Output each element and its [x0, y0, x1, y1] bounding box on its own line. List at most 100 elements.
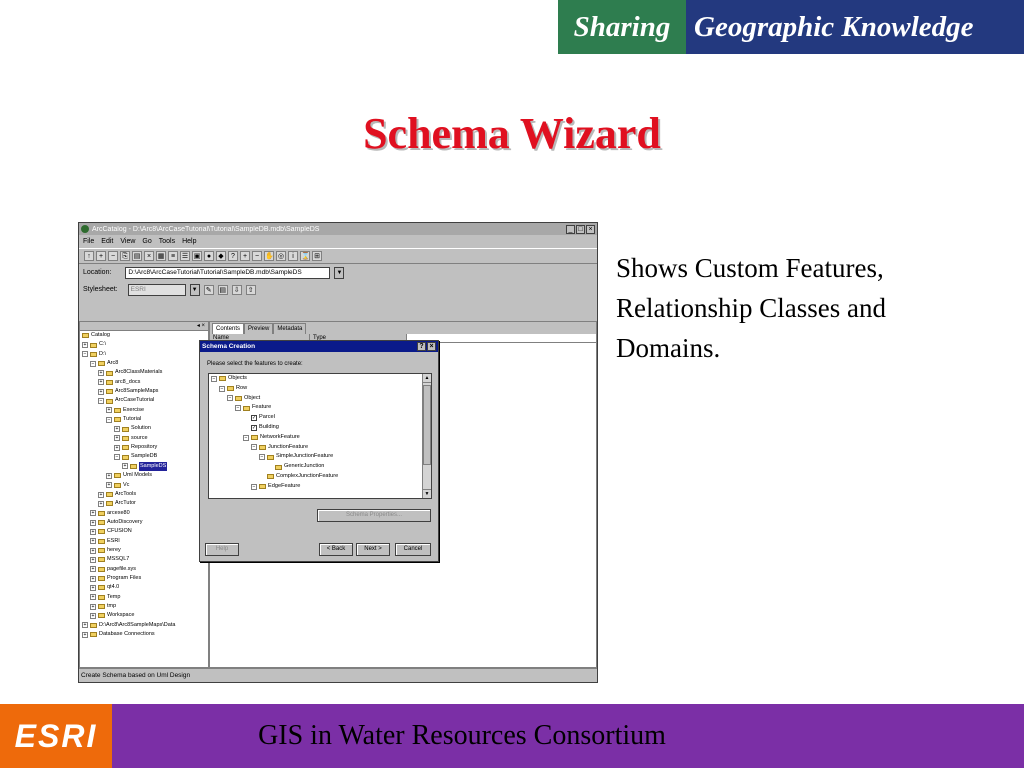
feature-tree-node[interactable]: GenericJunction [209, 462, 431, 472]
tree-node[interactable]: + D:\Arc8\Arc8SampleMaps\Data [80, 621, 208, 630]
launch-arcmap-icon[interactable]: ● [204, 251, 214, 261]
tree-node[interactable]: − SampleDB [80, 452, 208, 461]
tree-node[interactable]: + tmp [80, 602, 208, 611]
feature-tree-node[interactable]: − SimpleJunctionFeature [209, 452, 431, 462]
feature-checkbox-item[interactable]: ✓ Building [209, 423, 431, 433]
tree-node[interactable]: + CFUSION [80, 527, 208, 536]
properties-icon[interactable]: ▤ [217, 284, 228, 295]
help-button[interactable]: Help [205, 543, 239, 556]
tree-node-selected[interactable]: + SampleDS [80, 461, 208, 472]
dialog-title: Schema Creation [202, 343, 256, 350]
tree-node[interactable]: + Arc8ClassMaterials [80, 368, 208, 377]
tree-node[interactable]: + ArcTools [80, 490, 208, 499]
catalog-tree: ◂ × Catalog + C:\ − D:\ − Arc8 + Arc8ClassMa… [79, 321, 209, 668]
feature-tree-node[interactable]: − Object [209, 394, 431, 404]
tab-metadata[interactable]: Metadata [273, 323, 307, 334]
up-one-level-icon[interactable]: ↑ [84, 251, 94, 261]
schema-wizard-icon[interactable]: ⌛ [300, 251, 310, 261]
tree-node[interactable]: + Solution [80, 424, 208, 433]
list-icon[interactable]: ≡ [168, 251, 178, 261]
tree-node[interactable]: + Temp [80, 593, 208, 602]
close-button[interactable]: × [586, 224, 595, 234]
tree-node[interactable]: + C:\ [80, 340, 208, 349]
tree-node[interactable]: + Database Connections [80, 630, 208, 639]
tree-node[interactable]: + ESRI [80, 537, 208, 546]
feature-tree-node[interactable]: − NetworkFeature [209, 433, 431, 443]
back-button[interactable]: < Back [319, 543, 353, 556]
schema-properties-button[interactable]: Schema Properties... [317, 509, 431, 522]
tab-contents[interactable]: Contents [212, 323, 245, 334]
tree-node[interactable]: + source [80, 434, 208, 443]
dialog-close-icon[interactable]: × [427, 342, 436, 351]
tree-node[interactable]: + qt4.0 [80, 583, 208, 592]
export-metadata-icon[interactable]: ⇧ [245, 284, 256, 295]
next-button[interactable]: Next > [356, 543, 390, 556]
disconnect-folder-icon[interactable]: − [108, 251, 118, 261]
dialog-prompt: Please select the features to create: [207, 361, 303, 367]
feature-tree-scrollbar[interactable]: ▲ ▼ [422, 374, 431, 498]
feature-tree-node[interactable]: − JunctionFeature [209, 443, 431, 453]
tree-node[interactable]: + MSSQL7 [80, 555, 208, 564]
tree-node[interactable]: + Exercise [80, 406, 208, 415]
stylesheet-select[interactable]: ESRI [127, 283, 186, 296]
import-metadata-icon[interactable]: ⇩ [231, 284, 242, 295]
chevron-down-icon[interactable]: ▼ [189, 283, 200, 296]
tab-preview[interactable]: Preview [244, 323, 274, 334]
scrollbar-thumb [423, 385, 431, 465]
menu-go[interactable]: Go [142, 238, 151, 245]
menu-edit[interactable]: Edit [101, 238, 113, 245]
tree-node[interactable]: + herey [80, 546, 208, 555]
feature-checkbox-item[interactable]: ✓ Parcel [209, 413, 431, 423]
tree-node[interactable]: + Workspace [80, 611, 208, 620]
tree-node[interactable]: + Uml Models [80, 471, 208, 480]
thumbnails-icon[interactable]: ▣ [192, 251, 202, 261]
uml-icon[interactable]: ⊞ [312, 251, 322, 261]
whats-this-help-icon[interactable]: ? [228, 251, 238, 261]
menu-tools[interactable]: Tools [159, 238, 175, 245]
feature-tree-node[interactable]: − Objects [209, 374, 431, 384]
zoom-in-icon[interactable]: + [240, 251, 250, 261]
tree-node[interactable]: + Arc8SampleMaps [80, 387, 208, 396]
stylesheet-row: Stylesheet: ESRI ▼ ✎ ▤ ⇩ ⇧ [79, 281, 597, 298]
tree-node[interactable]: + AutoDiscovery [80, 518, 208, 527]
tree-node[interactable]: + Program Files [80, 574, 208, 583]
delete-icon[interactable]: × [144, 251, 154, 261]
window-titlebar: ArcCatalog - D:\Arc8\ArcCaseTutorial\Tut… [79, 223, 597, 235]
feature-tree-node[interactable]: − EdgeFeature [209, 482, 431, 492]
chevron-down-icon[interactable]: ▼ [334, 266, 345, 279]
tree-node[interactable]: Catalog [80, 331, 208, 340]
connect-folder-icon[interactable]: + [96, 251, 106, 261]
maximize-button[interactable]: □ [576, 224, 585, 234]
full-extent-icon[interactable]: ◎ [276, 251, 286, 261]
feature-tree-node[interactable]: ComplexJunctionFeature [209, 472, 431, 482]
copy-icon[interactable]: ⎘ [120, 251, 130, 261]
tree-node[interactable]: + pagefile.sys [80, 565, 208, 574]
cancel-button[interactable]: Cancel [395, 543, 431, 556]
pan-icon[interactable]: ✋ [264, 251, 274, 261]
menu-file[interactable]: File [83, 238, 94, 245]
tree-node[interactable]: + arc8_docs [80, 378, 208, 387]
slide-description: Shows Custom Features, Relationship Clas… [616, 253, 886, 363]
feature-tree-node[interactable]: − Feature [209, 403, 431, 413]
tree-node[interactable]: − D:\ [80, 350, 208, 359]
location-input[interactable]: D:\Arc8\ArcCaseTutorial\Tutorial\SampleD… [125, 266, 331, 279]
arctoolbox-icon[interactable]: ◆ [216, 251, 226, 261]
details-icon[interactable]: ☰ [180, 251, 190, 261]
menu-help[interactable]: Help [182, 238, 196, 245]
tree-node[interactable]: + Repository [80, 443, 208, 452]
tree-node[interactable]: + arcexe80 [80, 509, 208, 518]
identify-icon[interactable]: i [288, 251, 298, 261]
menu-view[interactable]: View [120, 238, 135, 245]
zoom-out-icon[interactable]: − [252, 251, 262, 261]
tree-node[interactable]: − Arc8 [80, 359, 208, 368]
tree-node[interactable]: + Vc [80, 481, 208, 490]
minimize-button[interactable]: _ [566, 224, 575, 234]
tree-node[interactable]: − Tutorial [80, 415, 208, 424]
tree-node[interactable]: + ArcTutor [80, 499, 208, 508]
paste-icon[interactable]: ▤ [132, 251, 142, 261]
edit-metadata-icon[interactable]: ✎ [203, 284, 214, 295]
large-icons-icon[interactable]: ▦ [156, 251, 166, 261]
tree-node[interactable]: − ArcCaseTutorial [80, 396, 208, 405]
feature-tree-node[interactable]: − Row [209, 384, 431, 394]
dialog-help-icon[interactable]: ? [417, 342, 426, 351]
